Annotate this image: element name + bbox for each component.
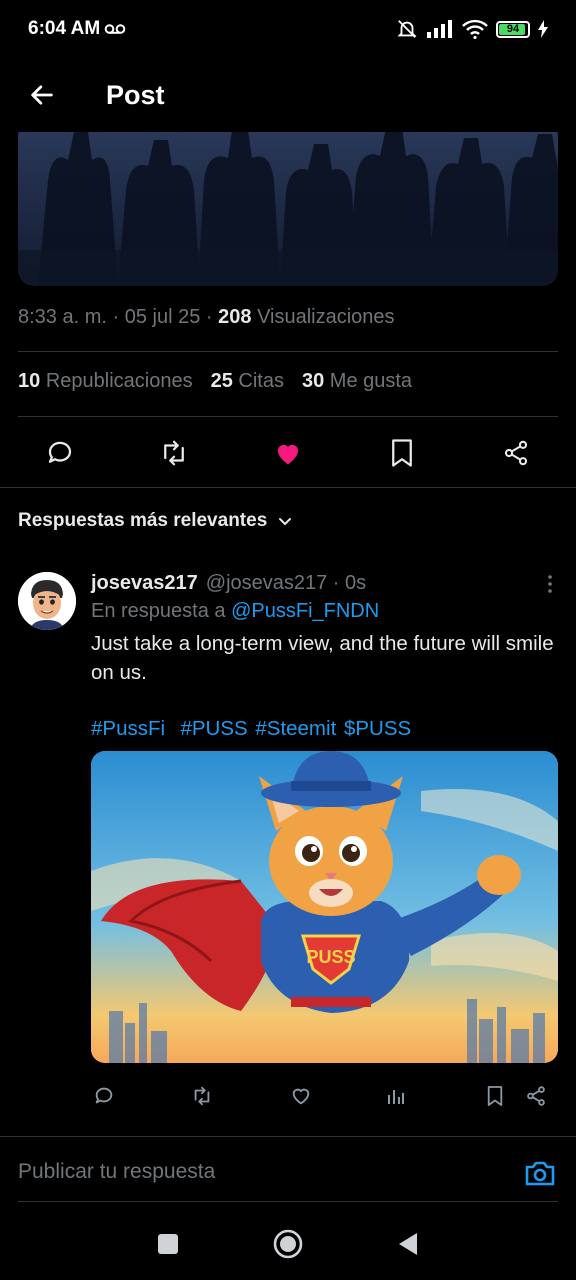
replying-prefix: En respuesta a: [91, 600, 226, 622]
reply-text: Just take a long-term view, and the futu…: [91, 632, 554, 684]
signal-icon: [427, 20, 452, 38]
reply-share-button[interactable]: [525, 1085, 547, 1107]
reposts-count: 10: [18, 370, 41, 392]
charging-icon: [538, 20, 548, 38]
likes-label: Me gusta: [329, 370, 413, 392]
post-stats: 10 Republicaciones 25 Citas 30 Me gusta: [18, 370, 412, 393]
post-media-image[interactable]: [18, 120, 558, 286]
like-button[interactable]: [268, 433, 308, 473]
reply-handle[interactable]: @josevas217: [206, 572, 327, 595]
voicemail-icon: [104, 24, 126, 34]
reply-actions: [91, 1080, 558, 1112]
more-options-button[interactable]: [546, 574, 554, 599]
post-date: 05 jul 25: [124, 306, 201, 328]
more-vertical-icon: [548, 575, 552, 593]
compose-divider: [0, 1136, 576, 1137]
avatar-face-image: [18, 572, 76, 630]
bookmark-icon: [392, 439, 412, 467]
page-title: Post: [106, 79, 165, 110]
back-arrow-icon: [31, 85, 53, 105]
comment-icon: [48, 441, 72, 463]
quotes-label: Citas: [238, 370, 284, 392]
divider: [18, 351, 558, 352]
reply-header: josevas217 @josevas217 · 0s: [91, 568, 558, 598]
home-button[interactable]: [273, 1229, 303, 1264]
reply-like-button[interactable]: [290, 1085, 312, 1107]
camera-button[interactable]: [524, 1158, 556, 1193]
quotes-count: 25: [210, 370, 233, 392]
cat-emblem-text: PUSS: [306, 947, 355, 967]
replying-to-mention[interactable]: @PussFi_FNDN: [231, 600, 379, 622]
heart-filled-icon: [278, 444, 298, 465]
square-icon: [158, 1233, 178, 1254]
back-button[interactable]: [12, 65, 72, 125]
compose-underline: [18, 1201, 558, 1202]
quotes-stat[interactable]: 25 Citas: [211, 370, 284, 393]
likes-count: 30: [301, 370, 325, 392]
divider: [18, 416, 558, 417]
replies-sort-dropdown[interactable]: Respuestas más relevantes: [18, 510, 293, 532]
wifi-icon: [462, 19, 488, 39]
reply-time: 0s: [345, 571, 367, 594]
share-button[interactable]: [496, 433, 536, 473]
repost-button[interactable]: [154, 433, 194, 473]
status-time-text: 6:04 AM: [28, 18, 101, 39]
system-back-button[interactable]: [397, 1232, 419, 1261]
repost-icon: [194, 1086, 210, 1106]
status-time: 6:04 AM: [28, 18, 126, 40]
replying-to: En respuesta a @PussFi_FNDN: [91, 600, 558, 623]
avatar[interactable]: [18, 572, 76, 630]
battery-level: 94: [506, 23, 520, 35]
post-meta: 8:33 a. m. · 05 jul 25 · 208 Visualizaci…: [18, 306, 395, 328]
chevron-down-icon: [279, 518, 292, 525]
app-bar: Post: [0, 58, 576, 132]
silhouettes-image: [18, 128, 558, 286]
post-actions: [18, 428, 558, 478]
bookmark-icon: [487, 1086, 503, 1106]
system-nav-bar: [0, 1212, 576, 1280]
comment-icon: [95, 1087, 113, 1104]
post-time: 8:33 a. m.: [18, 306, 107, 328]
reply-compose-input[interactable]: Publicar tu respuesta: [18, 1160, 215, 1184]
share-icon: [527, 1086, 545, 1106]
reply-button[interactable]: [40, 433, 80, 473]
camera-icon: [525, 1161, 555, 1186]
reply-display-name[interactable]: josevas217: [91, 572, 198, 595]
reposts-stat[interactable]: 10 Republicaciones: [18, 370, 193, 393]
reply-comment-button[interactable]: [93, 1085, 115, 1107]
battery-indicator: 94: [496, 20, 530, 38]
superhero-cat-image: PUSS: [91, 751, 558, 1063]
reply-bookmark-button[interactable]: [484, 1085, 506, 1107]
heart-icon: [292, 1088, 310, 1105]
views-chart-icon: [388, 1090, 404, 1104]
reply-hashtags[interactable]: #PussFi #PUSS #Steemit $PUSS: [91, 717, 558, 741]
repost-icon: [164, 440, 184, 466]
share-icon: [504, 440, 528, 466]
section-divider: [0, 487, 576, 488]
triangle-back-icon: [399, 1232, 417, 1255]
home-circle-icon: [273, 1229, 303, 1258]
replies-sort-label: Respuestas más relevantes: [18, 510, 268, 531]
status-bar: 6:04 AM 94: [0, 0, 576, 58]
views-count: 208: [218, 306, 252, 328]
likes-stat[interactable]: 30 Me gusta: [302, 370, 412, 393]
reply-repost-button[interactable]: [191, 1085, 213, 1107]
views-label: Visualizaciones: [257, 306, 395, 328]
separator-dot: ·: [327, 571, 346, 594]
reply-views-button[interactable]: [385, 1085, 407, 1107]
mute-bell-icon: [397, 20, 417, 38]
reposts-label: Republicaciones: [45, 370, 193, 392]
recents-button[interactable]: [157, 1233, 179, 1260]
bookmark-button[interactable]: [382, 433, 422, 473]
reply-media-image[interactable]: PUSS: [91, 751, 558, 1063]
